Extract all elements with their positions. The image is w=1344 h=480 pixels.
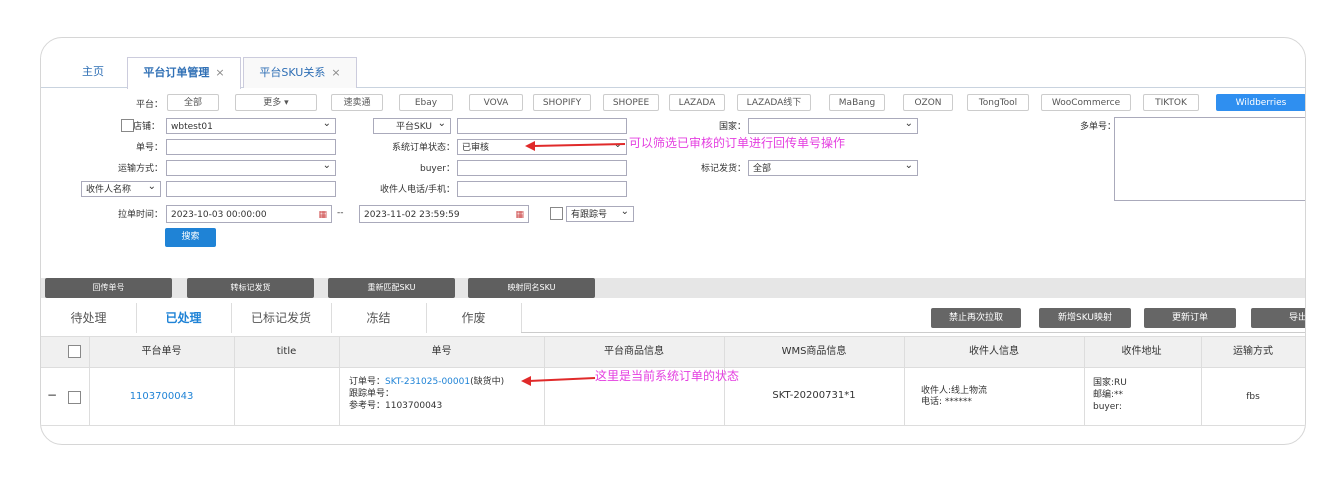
app-window: 主页 平台订单管理 × 平台SKU关系 × 平台： 全部 更多 ▾ 速卖通 Ebay VOV… [40,37,1306,445]
arrow-icon [525,141,626,151]
arrow-icon [521,376,596,386]
annotation-arrows [521,141,626,386]
